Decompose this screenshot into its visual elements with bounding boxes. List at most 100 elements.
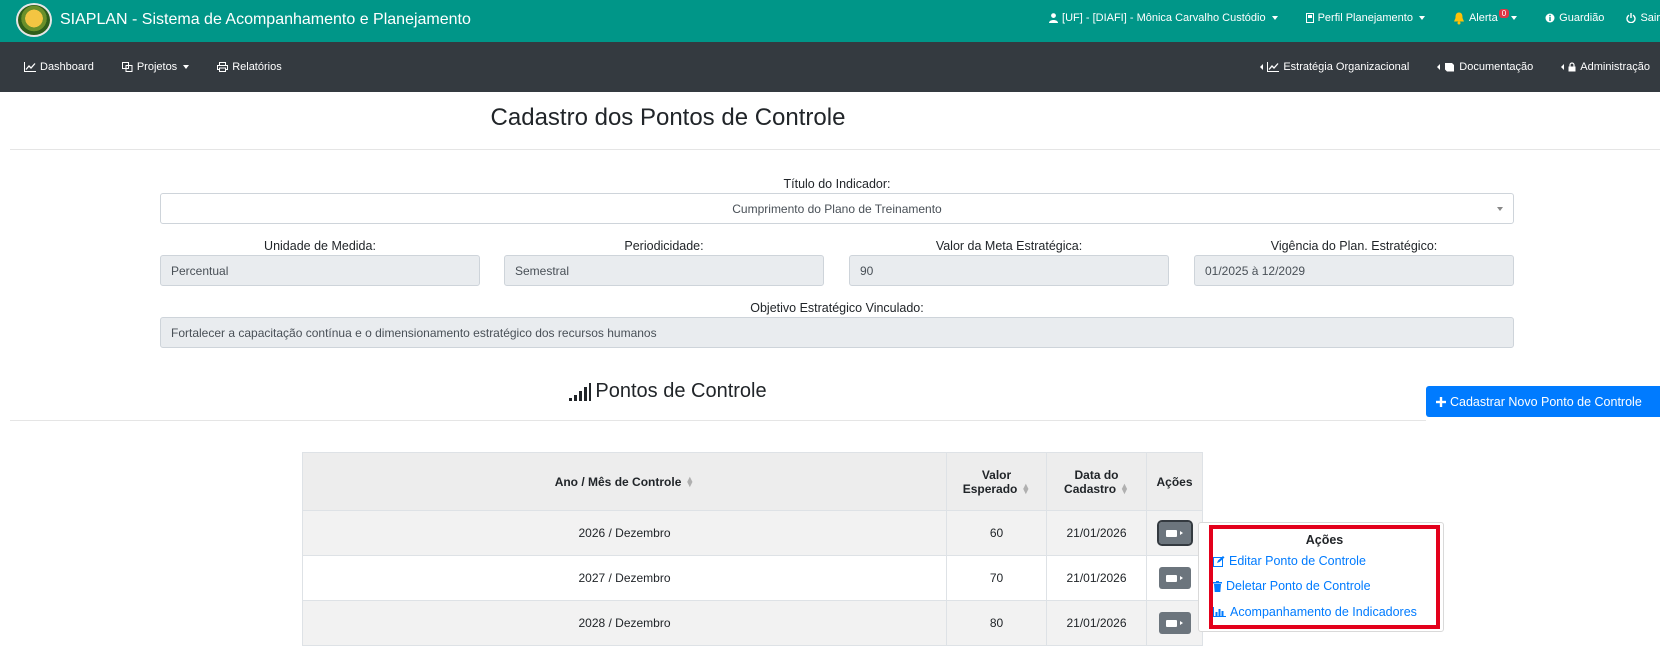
nav-projetos[interactable]: Projetos [121, 61, 190, 73]
cell-ano-mes: 2028 / Dezembro [302, 600, 947, 646]
nav-left: Dashboard Projetos Relatórios [24, 42, 310, 92]
trash-icon [1213, 580, 1222, 592]
card-icon [1166, 619, 1177, 627]
chevron-down-icon [1271, 16, 1278, 20]
titulo-label: Título do Indicador: [783, 177, 891, 191]
logout-link[interactable]: Sair [1626, 12, 1660, 24]
meta-field[interactable]: 90 [849, 255, 1169, 286]
nav-relatorios[interactable]: Relatórios [217, 61, 282, 73]
chevron-down-icon [183, 65, 190, 69]
nav-dashboard[interactable]: Dashboard [24, 61, 94, 73]
col-valor[interactable]: Valor Esperado ▲ ▼ [946, 452, 1047, 511]
section-title-label: Pontos de Controle [595, 380, 767, 402]
main-nav: Dashboard Projetos Relatórios Estratégia… [0, 42, 1660, 92]
cell-acoes [1146, 555, 1203, 601]
guardian-link[interactable]: Guardião [1545, 12, 1604, 24]
chevron-left-icon [1561, 64, 1565, 70]
col-data[interactable]: Data do Cadastro ▲ ▼ [1046, 452, 1147, 511]
periodicidade-label: Periodicidade: [624, 239, 704, 253]
col-ano-mes-label: Ano / Mês de Controle [554, 474, 682, 489]
add-button-label: Cadastrar Novo Ponto de Controle [1450, 394, 1642, 409]
chevron-left-icon [1437, 64, 1441, 70]
alert-menu[interactable]: Alerta 0 [1453, 8, 1518, 25]
signal-bars-icon [569, 382, 592, 401]
col-data-label-2: Cadastro [1064, 481, 1117, 496]
cell-ano-mes: 2027 / Dezembro [302, 555, 947, 601]
top-bar: SIAPLAN - Sistema de Acompanhamento e Pl… [0, 0, 1660, 42]
row-actions-button[interactable] [1158, 567, 1191, 589]
row-actions-button[interactable] [1158, 612, 1191, 634]
titulo-select[interactable]: Cumprimento do Plano de Treinamento [160, 193, 1514, 224]
unidade-field[interactable]: Percentual [160, 255, 480, 286]
objetivo-label: Objetivo Estratégico Vinculado: [750, 301, 924, 315]
card-icon [1166, 574, 1177, 582]
chevron-down-icon [1418, 16, 1425, 20]
col-valor-label-2: Esperado [962, 481, 1018, 496]
acompanhamento-label: Acompanhamento de Indicadores [1230, 605, 1417, 619]
unidade-label: Unidade de Medida: [264, 239, 376, 253]
profile-menu[interactable]: Perfil Planejamento [1305, 12, 1425, 24]
periodicidade-field[interactable]: Semestral [504, 255, 824, 286]
projects-icon [121, 62, 133, 72]
brand[interactable]: SIAPLAN - Sistema de Acompanhamento e Pl… [16, 3, 471, 37]
pontos-controle-table: Ano / Mês de Controle ▲ ▼ Valor Esperado ▲ ▼ … [302, 452, 1203, 646]
nav-documentacao[interactable]: Documentação [1437, 61, 1533, 73]
line-chart-icon [24, 62, 36, 72]
edit-ponto-controle-link[interactable]: Editar Ponto de Controle [1213, 554, 1366, 568]
col-data-label-1: Data do [1074, 467, 1119, 482]
titulo-selected-value: Cumprimento do Plano de Treinamento [732, 201, 942, 216]
top-right-menu: [UF] - [DIAFI] - Mônica Carvalho Custódi… [1021, 0, 1660, 36]
nav-dashboard-label: Dashboard [40, 61, 94, 73]
delete-label: Deletar Ponto de Controle [1226, 579, 1371, 593]
page-title: Cadastro dos Pontos de Controle [490, 104, 846, 131]
section-divider [10, 420, 1426, 421]
chevron-down-icon [1497, 207, 1503, 211]
user-menu[interactable]: [UF] - [DIAFI] - Mônica Carvalho Custódi… [1049, 12, 1278, 24]
table-row: 2026 / Dezembro 60 21/01/2026 [302, 510, 1203, 556]
nav-administracao-label: Administração [1580, 61, 1650, 73]
line-chart-icon [1267, 62, 1280, 72]
edit-icon [1213, 555, 1225, 567]
delete-ponto-controle-link[interactable]: Deletar Ponto de Controle [1213, 579, 1371, 593]
bell-icon [1453, 12, 1464, 24]
profile-label: Perfil Planejamento [1317, 12, 1413, 24]
chevron-left-icon [1260, 64, 1264, 70]
add-ponto-controle-button[interactable]: Cadastrar Novo Ponto de Controle [1426, 386, 1660, 417]
user-name: [UF] - [DIAFI] - Mônica Carvalho Custódi… [1062, 12, 1266, 24]
caret-right-icon [1180, 621, 1183, 625]
sort-icon: ▲ ▼ [1021, 481, 1031, 497]
caret-right-icon [1180, 531, 1183, 535]
logout-label: Sair [1640, 12, 1660, 24]
user-icon [1049, 13, 1059, 23]
nav-estrategia[interactable]: Estratégia Organizacional [1260, 61, 1409, 73]
cell-ano-mes: 2026 / Dezembro [302, 510, 947, 556]
nav-projetos-label: Projetos [136, 61, 178, 73]
table-row: 2027 / Dezembro 70 21/01/2026 [302, 555, 1203, 601]
cell-valor: 80 [946, 600, 1047, 646]
power-icon [1626, 13, 1637, 23]
nav-administracao[interactable]: Administração [1561, 61, 1650, 73]
card-icon [1166, 529, 1177, 537]
sort-icon: ▲ ▼ [685, 474, 695, 490]
bar-chart-icon [1213, 607, 1226, 617]
sort-icon: ▲ ▼ [1120, 481, 1129, 497]
book-icon [1445, 63, 1455, 72]
cell-valor: 70 [946, 555, 1047, 601]
cell-valor: 60 [946, 510, 1047, 556]
objetivo-field[interactable]: Fortalecer a capacitação contínua e o di… [160, 317, 1514, 348]
print-icon [217, 62, 229, 72]
table-row: 2028 / Dezembro 80 21/01/2026 [302, 600, 1203, 646]
meta-label: Valor da Meta Estratégica: [935, 239, 1083, 253]
row-actions-button[interactable] [1156, 520, 1193, 546]
chevron-down-icon [1511, 16, 1518, 20]
col-ano-mes[interactable]: Ano / Mês de Controle ▲ ▼ [302, 452, 947, 511]
title-divider [10, 149, 1660, 150]
vigencia-field[interactable]: 01/2025 à 12/2029 [1194, 255, 1514, 286]
nav-relatorios-label: Relatórios [232, 61, 282, 73]
col-acoes-label: Ações [1156, 474, 1193, 489]
acompanhamento-indicadores-link[interactable]: Acompanhamento de Indicadores [1213, 605, 1417, 619]
col-acoes: Ações [1146, 452, 1203, 511]
cell-data: 21/01/2026 [1046, 510, 1147, 556]
dropdown-title: Ações [1305, 533, 1344, 547]
caret-right-icon [1180, 576, 1183, 580]
